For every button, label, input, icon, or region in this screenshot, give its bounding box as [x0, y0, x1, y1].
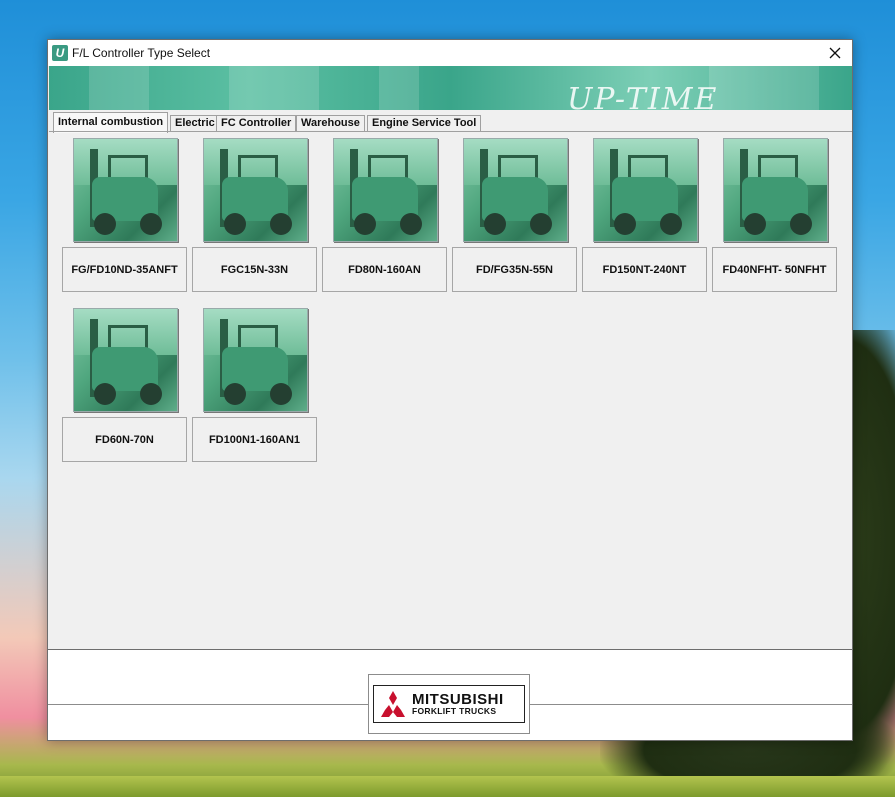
mitsubishi-logo-frame: MITSUBISHI FORKLIFT TRUCKS: [368, 674, 530, 734]
window-title: F/L Controller Type Select: [72, 46, 211, 60]
model-image-fd60n-70n[interactable]: [73, 308, 178, 412]
three-diamonds-icon: [381, 691, 405, 717]
uptime-logo: UP-TIME: [567, 82, 719, 110]
model-button-fd100n1-160an1[interactable]: FD100N1-160AN1: [192, 417, 317, 462]
uptime-banner: UP-TIME: [49, 66, 852, 110]
tab-fc-controller[interactable]: FC Controller: [216, 115, 297, 132]
category-tabs: Internal combustion Electric FC Controll…: [49, 110, 852, 133]
close-icon: [829, 47, 841, 59]
model-button-fd-fg35n-55n[interactable]: FD/FG35N-55N: [452, 247, 577, 292]
model-image-fd100n1-160an1[interactable]: [203, 308, 308, 412]
controller-type-select-window: U F/L Controller Type Select UP-TIME Int…: [47, 39, 853, 741]
footer: MITSUBISHI FORKLIFT TRUCKS: [48, 650, 852, 740]
model-button-fd150nt-240nt[interactable]: FD150NT-240NT: [582, 247, 707, 292]
tab-engine-service-tool[interactable]: Engine Service Tool: [367, 115, 482, 132]
model-button-fg-fd10nd-35anft[interactable]: FG/FD10ND-35ANFT: [62, 247, 187, 292]
model-image-fg-fd10nd-35anft[interactable]: [73, 138, 178, 242]
tab-electric[interactable]: Electric: [170, 115, 220, 132]
model-image-fd40nfht-50nfht[interactable]: [723, 138, 828, 242]
model-button-fd40nfht-50nfht[interactable]: FD40NFHT- 50NFHT: [712, 247, 837, 292]
brand-main-text: MITSUBISHI: [412, 691, 504, 709]
model-image-fd80n-160an[interactable]: [333, 138, 438, 242]
tab-panel-border: [49, 131, 852, 132]
brand-sub-text: FORKLIFT TRUCKS: [412, 706, 497, 717]
model-button-fgc15n-33n[interactable]: FGC15N-33N: [192, 247, 317, 292]
tab-internal-combustion[interactable]: Internal combustion: [53, 112, 169, 133]
model-button-fd80n-160an[interactable]: FD80N-160AN: [322, 247, 447, 292]
model-button-fd60n-70n[interactable]: FD60N-70N: [62, 417, 187, 462]
background-field: [0, 776, 895, 797]
model-image-fd-fg35n-55n[interactable]: [463, 138, 568, 242]
close-button[interactable]: [818, 40, 852, 66]
app-icon: U: [52, 45, 68, 61]
tab-warehouse[interactable]: Warehouse: [296, 115, 365, 132]
mitsubishi-logo: MITSUBISHI FORKLIFT TRUCKS: [373, 685, 525, 723]
model-image-fd150nt-240nt[interactable]: [593, 138, 698, 242]
model-image-fgc15n-33n[interactable]: [203, 138, 308, 242]
title-bar[interactable]: U F/L Controller Type Select: [48, 40, 852, 66]
